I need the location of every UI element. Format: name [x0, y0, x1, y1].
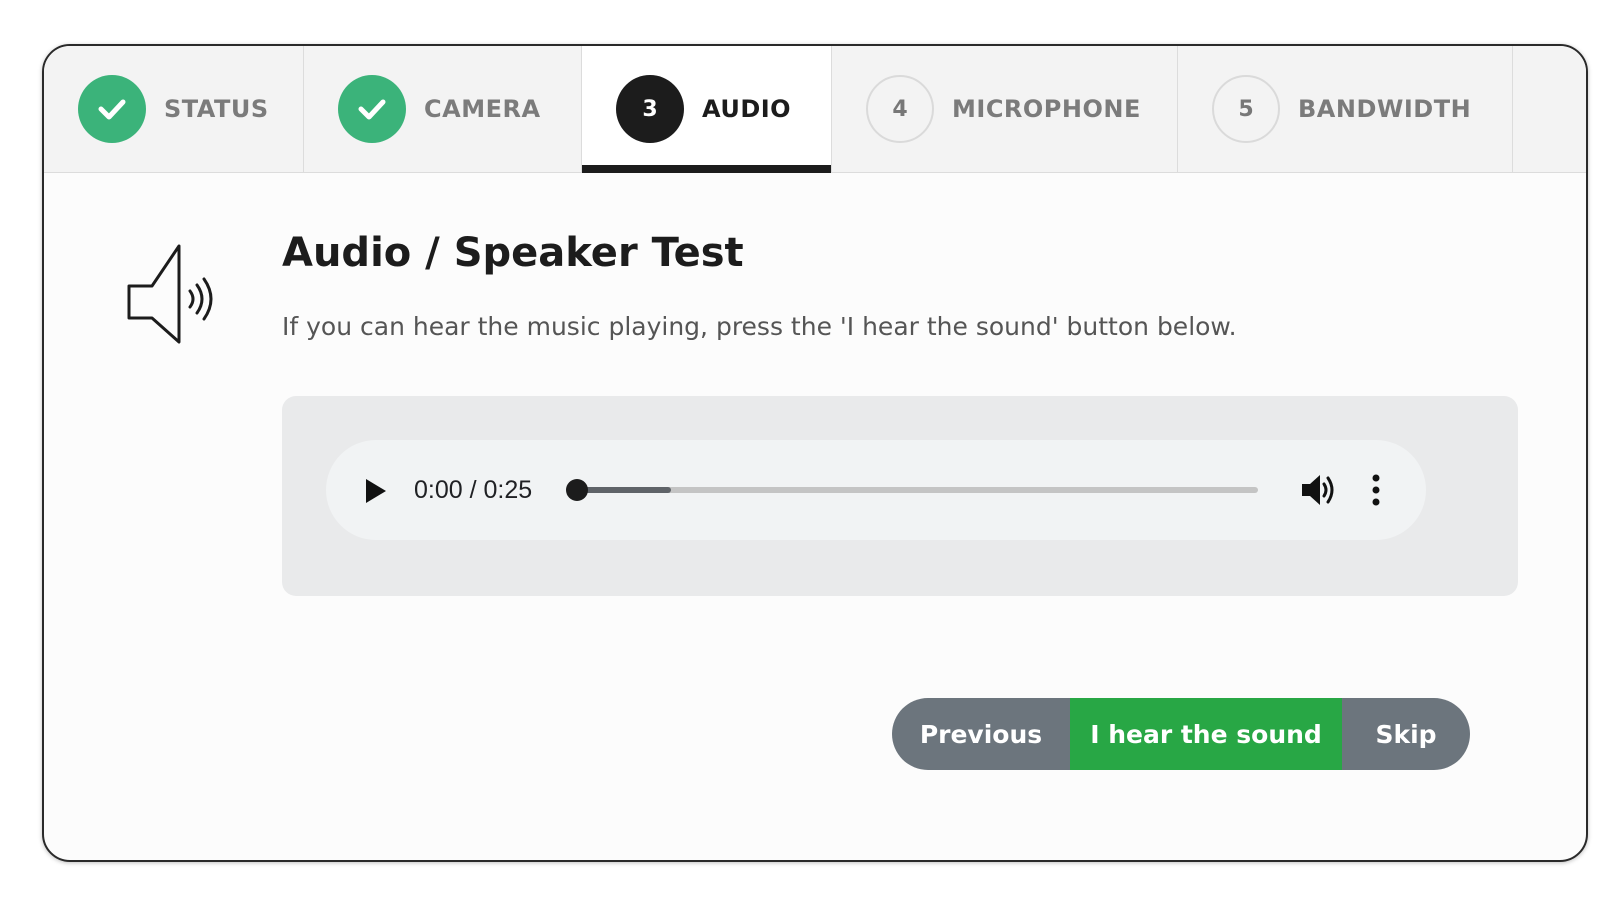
seek-buffered	[576, 487, 672, 493]
action-buttons: Previous I hear the sound Skip	[892, 698, 1470, 770]
volume-icon[interactable]	[1298, 470, 1338, 510]
step-status[interactable]: STATUS	[44, 46, 304, 172]
play-icon[interactable]	[360, 476, 390, 506]
page-title: Audio / Speaker Test	[282, 230, 744, 276]
step-camera[interactable]: CAMERA	[304, 46, 582, 172]
more-options-icon[interactable]	[1366, 470, 1386, 510]
device-test-card: STATUS CAMERA 3 AUDIO 4 MICROPHONE 5 BAN…	[42, 44, 1588, 862]
hear-sound-button[interactable]: I hear the sound	[1070, 698, 1342, 770]
step-audio[interactable]: 3 AUDIO	[582, 46, 832, 173]
step-bandwidth-label: BANDWIDTH	[1298, 95, 1472, 123]
seek-thumb[interactable]	[566, 479, 588, 501]
previous-button[interactable]: Previous	[892, 698, 1070, 770]
step-status-badge	[78, 75, 146, 143]
steps-bar: STATUS CAMERA 3 AUDIO 4 MICROPHONE 5 BAN…	[44, 46, 1586, 173]
check-icon	[358, 99, 386, 120]
step-microphone-label: MICROPHONE	[952, 95, 1141, 123]
step-microphone-badge: 4	[866, 75, 934, 143]
check-icon	[98, 99, 126, 120]
instructions-text: If you can hear the music playing, press…	[282, 312, 1237, 341]
audio-player: 0:00 / 0:25	[326, 440, 1426, 540]
skip-button[interactable]: Skip	[1342, 698, 1470, 770]
step-bandwidth[interactable]: 5 BANDWIDTH	[1178, 46, 1513, 172]
step-status-label: STATUS	[164, 95, 269, 123]
step-camera-label: CAMERA	[424, 95, 541, 123]
step-audio-badge: 3	[616, 75, 684, 143]
step-bandwidth-badge: 5	[1212, 75, 1280, 143]
step-camera-badge	[338, 75, 406, 143]
audio-player-panel: 0:00 / 0:25	[282, 396, 1518, 596]
speaker-icon	[127, 244, 213, 344]
seek-bar[interactable]	[566, 479, 1258, 501]
step-audio-label: AUDIO	[702, 95, 792, 123]
time-display: 0:00 / 0:25	[414, 476, 533, 504]
step-microphone[interactable]: 4 MICROPHONE	[832, 46, 1178, 172]
